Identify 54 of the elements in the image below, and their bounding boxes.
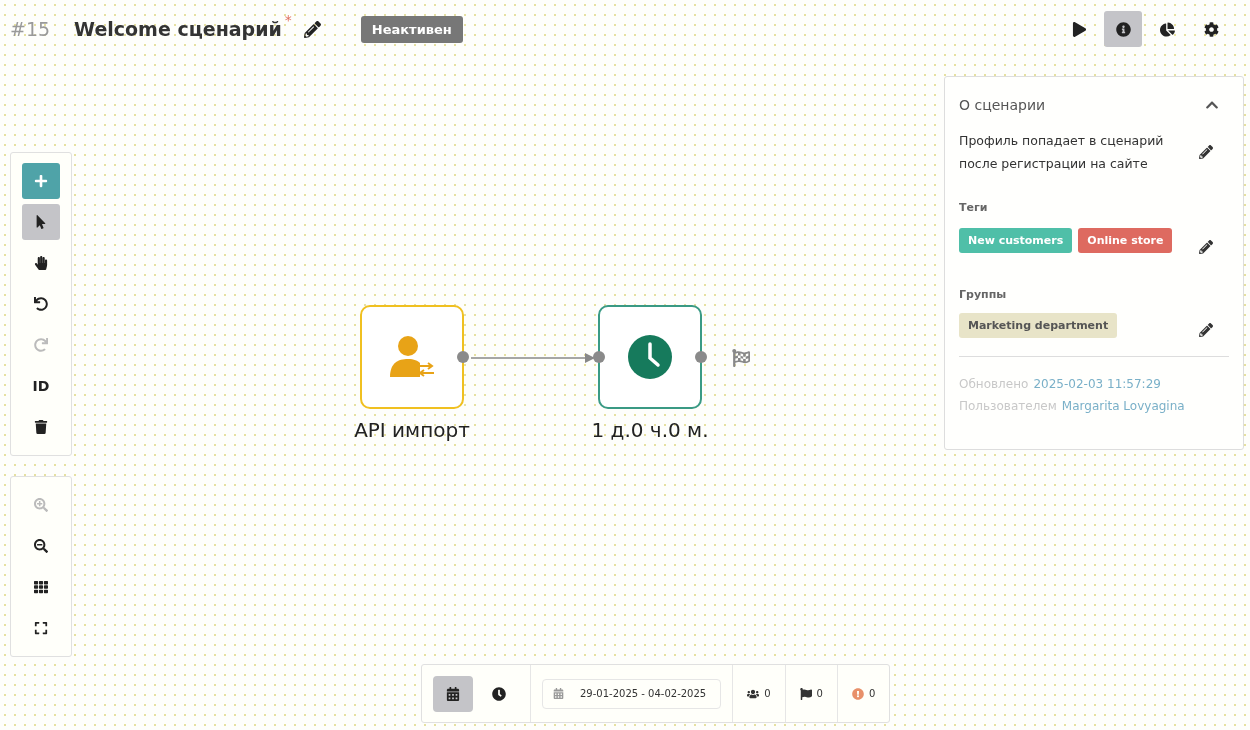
info-icon: [1115, 21, 1131, 37]
redo-icon: [34, 338, 48, 352]
counter-value: 0: [868, 688, 876, 699]
clock-icon: [627, 334, 673, 380]
input-port[interactable]: [593, 351, 605, 363]
clock-icon: [492, 686, 506, 701]
users-icon: [747, 687, 760, 700]
calendar-icon: [553, 688, 564, 699]
import-node[interactable]: [360, 305, 464, 409]
pencil-icon[interactable]: [303, 20, 321, 38]
play-icon: [1071, 21, 1087, 37]
plus-icon: [34, 174, 48, 188]
zoom-in-icon: [34, 498, 48, 512]
alert-icon: [851, 687, 864, 700]
select-tool-button[interactable]: [22, 204, 60, 240]
tag: New customers: [959, 227, 1073, 253]
pencil-icon[interactable]: [1199, 145, 1213, 159]
calendar-icon: [446, 686, 460, 701]
pie-chart-icon: [1159, 21, 1175, 37]
delay-node[interactable]: [598, 305, 702, 409]
status-badge: Неактивен: [360, 15, 463, 43]
pointer-icon: [34, 215, 48, 229]
add-button[interactable]: [22, 163, 60, 199]
date-range-field[interactable]: 29-01-2025 - 04-02-2025: [542, 678, 722, 709]
scenario-title: Welcome сценарий: [74, 18, 282, 40]
finish-flag-icon: [732, 349, 750, 367]
fullscreen-icon: [34, 621, 48, 635]
grid-icon: [34, 580, 48, 594]
flag-icon: [799, 687, 812, 700]
pencil-icon[interactable]: [1199, 240, 1213, 254]
node-label: API импорт: [354, 418, 470, 442]
group-tag: Marketing department: [959, 313, 1118, 338]
undo-icon: [34, 297, 48, 311]
scenario-description: Профиль попадает в сценарий после регистрации на сайте: [959, 132, 1165, 173]
tag: Online store: [1078, 227, 1173, 253]
settings-icon: [1203, 21, 1219, 37]
info-button[interactable]: [1104, 11, 1142, 47]
id-button[interactable]: ID: [22, 368, 60, 404]
user-name: Margarita Lovyagina: [1061, 399, 1185, 413]
tags-label: Теги: [959, 201, 989, 214]
user-import-icon: [388, 335, 436, 379]
zoom-out-icon: [34, 539, 48, 553]
scenario-number: #15: [10, 18, 51, 40]
node-label: 1 д.0 ч.0 м.: [591, 418, 709, 442]
unsaved-mark: *: [284, 12, 292, 28]
pencil-icon[interactable]: [1199, 322, 1213, 337]
calendar-view-button[interactable]: [433, 675, 473, 712]
panel-title: О сценарии: [959, 97, 1046, 113]
counter-value: 0: [764, 688, 771, 699]
hand-icon: [34, 256, 48, 270]
updated-date: 2025-02-03 11:57:29: [1033, 377, 1161, 391]
counter-value: 0: [816, 688, 823, 699]
groups-label: Группы: [959, 288, 1008, 301]
trash-icon: [34, 420, 48, 434]
